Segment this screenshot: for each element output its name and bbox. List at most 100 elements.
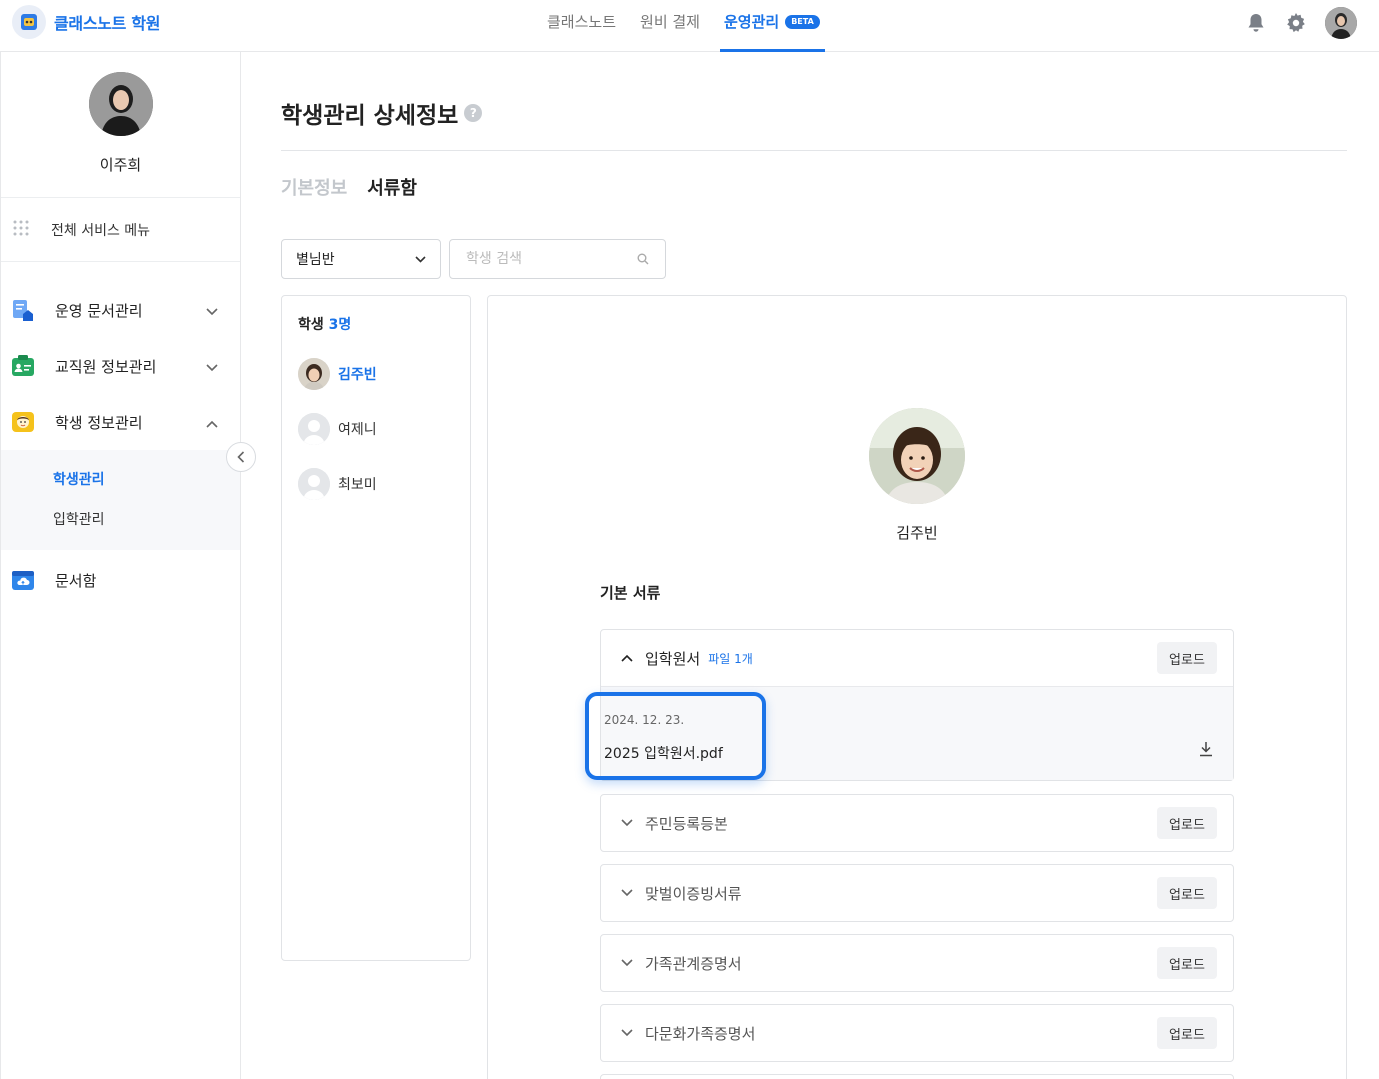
document-header[interactable]: 맞벌이증빙서류 업로드 <box>601 865 1233 921</box>
student-search-input[interactable] <box>466 251 626 267</box>
sidebar-item-label: 교직원 정보관리 <box>55 357 157 376</box>
document-card: 맞벌이증빙서류 업로드 <box>600 864 1234 922</box>
title-divider <box>281 150 1347 151</box>
gear-icon[interactable] <box>1285 12 1307 34</box>
upload-button[interactable]: 업로드 <box>1157 947 1217 979</box>
brand-logo-icon <box>12 5 46 39</box>
top-bar: 클래스노트 학원 클래스노트 원비 결제 운영관리 BETA <box>0 0 1379 52</box>
document-header[interactable]: 입학원서 파일 1개 업로드 <box>601 630 1233 686</box>
grid-dots-icon <box>13 220 29 240</box>
class-select-value: 별님반 <box>296 252 335 268</box>
chevron-up-icon <box>206 414 218 432</box>
document-name: 다문화가족증명서 <box>645 1024 756 1043</box>
document-card-partial <box>600 1074 1234 1079</box>
student-detail-name: 김주빈 <box>896 524 938 542</box>
sidebar: 이주희 전체 서비스 메뉴 운영 문서관리 교직원 정보관리 학생 정보관리 학… <box>0 52 241 1079</box>
upload-button[interactable]: 업로드 <box>1157 1017 1217 1049</box>
sidebar-item-staff-info[interactable]: 교직원 정보관리 <box>1 338 240 394</box>
nav-payment[interactable]: 원비 결제 <box>640 0 700 52</box>
sidebar-subitem-student-management[interactable]: 학생관리 <box>1 460 240 500</box>
chevron-down-icon <box>415 251 426 267</box>
sidebar-item-operation-docs[interactable]: 운영 문서관리 <box>1 282 240 338</box>
sidebar-item-label: 학생 정보관리 <box>55 413 143 432</box>
default-avatar-icon <box>298 467 330 500</box>
all-services-menu[interactable]: 전체 서비스 메뉴 <box>1 198 240 262</box>
chevron-down-icon <box>621 819 635 827</box>
chevron-down-icon <box>621 889 635 897</box>
student-name: 여제니 <box>338 421 377 438</box>
sidebar-item-document-box[interactable]: 문서함 <box>1 552 240 608</box>
detail-tabs: 기본정보 서류함 <box>281 174 417 200</box>
nav-classnote[interactable]: 클래스노트 <box>547 0 616 52</box>
student-item[interactable]: 김주빈 <box>298 346 454 401</box>
sidebar-menu: 운영 문서관리 교직원 정보관리 학생 정보관리 학생관리 입학관리 문서함 <box>1 262 240 608</box>
sidebar-collapse-button[interactable] <box>226 442 256 472</box>
tab-basic-info[interactable]: 기본정보 <box>281 174 347 200</box>
student-face-icon <box>11 410 35 434</box>
top-nav: 클래스노트 원비 결제 운영관리 BETA <box>547 0 825 52</box>
nav-label: 운영관리 <box>723 13 780 31</box>
student-count: 학생 3명 <box>298 314 454 334</box>
student-detail-panel: 김주빈 기본 서류 입학원서 파일 1개 업로드 2024. 12. 23. 2… <box>487 295 1347 1079</box>
chevron-left-icon <box>237 448 245 467</box>
student-item[interactable]: 최보미 <box>298 456 454 511</box>
search-icon[interactable] <box>637 250 649 269</box>
default-avatar-icon <box>298 412 330 445</box>
page-title-text: 학생관리 상세정보 <box>281 103 459 129</box>
student-photo <box>869 408 965 504</box>
document-header[interactable]: 가족관계증명서 업로드 <box>601 935 1233 991</box>
chevron-down-icon <box>206 302 218 320</box>
sidebar-item-student-info[interactable]: 학생 정보관리 <box>1 394 240 450</box>
help-icon[interactable]: ? <box>464 104 483 122</box>
upload-button[interactable]: 업로드 <box>1157 642 1217 674</box>
student-name: 최보미 <box>338 476 377 493</box>
file-count-badge: 파일 1개 <box>708 651 753 666</box>
beta-badge: BETA <box>785 15 820 29</box>
basic-documents-title: 기본 서류 <box>600 584 661 602</box>
tab-documents[interactable]: 서류함 <box>367 174 417 200</box>
document-header[interactable]: 다문화가족증명서 업로드 <box>601 1005 1233 1061</box>
student-submenu: 학생관리 입학관리 <box>1 450 240 550</box>
sidebar-item-label: 운영 문서관리 <box>55 301 143 320</box>
all-menu-label: 전체 서비스 메뉴 <box>51 222 151 239</box>
staff-card-icon <box>11 354 35 378</box>
download-icon[interactable] <box>1199 741 1213 761</box>
student-count-label: 학생 <box>298 317 324 333</box>
sidebar-subitem-admission-management[interactable]: 입학관리 <box>1 500 240 540</box>
document-name: 입학원서 <box>645 649 701 668</box>
cloud-folder-icon <box>11 568 35 592</box>
student-avatar <box>298 357 330 390</box>
document-card: 다문화가족증명서 업로드 <box>600 1004 1234 1062</box>
nav-operations[interactable]: 운영관리 BETA <box>719 0 825 52</box>
sidebar-item-label: 문서함 <box>55 571 97 590</box>
top-actions <box>1245 7 1357 39</box>
sidebar-profile: 이주희 <box>1 52 240 198</box>
brand-name: 클래스노트 학원 <box>54 14 161 33</box>
document-name: 주민등록등본 <box>645 814 728 833</box>
document-header[interactable]: 주민등록등본 업로드 <box>601 795 1233 851</box>
user-avatar[interactable] <box>1325 7 1357 39</box>
chevron-down-icon <box>621 1029 635 1037</box>
nav-label: 클래스노트 <box>547 13 617 31</box>
chevron-up-icon <box>621 654 635 662</box>
student-list-panel: 학생 3명 김주빈 여제니 최보미 <box>281 295 471 961</box>
brand[interactable]: 클래스노트 학원 <box>12 5 161 39</box>
profile-avatar <box>88 72 153 136</box>
profile-name: 이주희 <box>99 156 142 174</box>
upload-button[interactable]: 업로드 <box>1157 877 1217 909</box>
file-highlight-callout <box>585 692 766 780</box>
student-count-value: 3명 <box>328 317 352 333</box>
student-name: 김주빈 <box>338 366 377 383</box>
upload-button[interactable]: 업로드 <box>1157 807 1217 839</box>
student-item[interactable]: 여제니 <box>298 401 454 456</box>
student-search <box>449 239 666 279</box>
page-title: 학생관리 상세정보 ? <box>281 96 483 130</box>
chevron-down-icon <box>621 959 635 967</box>
document-card: 가족관계증명서 업로드 <box>600 934 1234 992</box>
bell-icon[interactable] <box>1245 12 1267 34</box>
class-select[interactable]: 별님반 <box>281 239 441 279</box>
nav-label: 원비 결제 <box>640 13 700 31</box>
document-house-icon <box>11 298 35 322</box>
document-name: 가족관계증명서 <box>645 954 742 973</box>
document-card: 주민등록등본 업로드 <box>600 794 1234 852</box>
